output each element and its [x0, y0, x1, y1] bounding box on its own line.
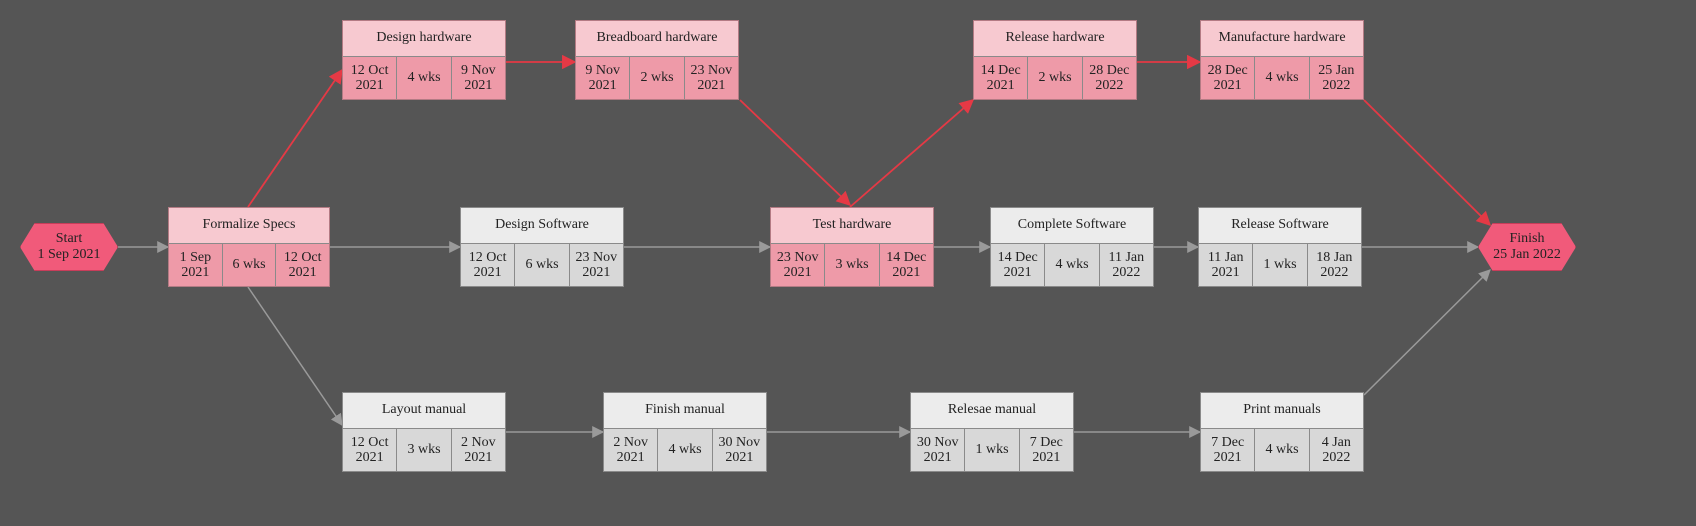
task-end: 25 Jan 2022 — [1309, 57, 1363, 99]
task-start: 9 Nov 2021 — [576, 57, 629, 99]
task-start: 2 Nov 2021 — [604, 429, 657, 471]
start-label: Start — [56, 231, 82, 247]
task-title: Test hardware — [771, 208, 933, 244]
task-layout-manual: Layout manual 12 Oct 2021 3 wks 2 Nov 20… — [342, 392, 506, 472]
task-start: 30 Nov 2021 — [911, 429, 964, 471]
task-start: 1 Sep 2021 — [169, 244, 222, 286]
task-breadboard-hardware: Breadboard hardware 9 Nov 2021 2 wks 23 … — [575, 20, 739, 100]
task-end: 12 Oct 2021 — [275, 244, 329, 286]
task-manufacture-hardware: Manufacture hardware 28 Dec 2021 4 wks 2… — [1200, 20, 1364, 100]
task-end: 7 Dec 2021 — [1019, 429, 1073, 471]
start-date: 1 Sep 2021 — [38, 247, 101, 263]
pert-chart: Start 1 Sep 2021 Finish 25 Jan 2022 Form… — [0, 0, 1696, 526]
task-design-software: Design Software 12 Oct 2021 6 wks 23 Nov… — [460, 207, 624, 287]
edge-breadboard-testhw — [740, 100, 850, 205]
task-end: 4 Jan 2022 — [1309, 429, 1363, 471]
task-release-manual: Relesae manual 30 Nov 2021 1 wks 7 Dec 2… — [910, 392, 1074, 472]
task-title: Release hardware — [974, 21, 1136, 57]
edge-manufhw-finish — [1364, 100, 1490, 225]
task-end: 18 Jan 2022 — [1307, 244, 1361, 286]
task-duration: 1 wks — [964, 429, 1018, 471]
finish-date: 25 Jan 2022 — [1493, 247, 1561, 263]
task-end: 11 Jan 2022 — [1099, 244, 1153, 286]
edge-printman-finish — [1364, 270, 1490, 395]
task-end: 23 Nov 2021 — [569, 244, 623, 286]
task-start: 28 Dec 2021 — [1201, 57, 1254, 99]
task-start: 11 Jan 2021 — [1199, 244, 1252, 286]
edge-testhw-releasehw — [850, 100, 973, 207]
task-end: 14 Dec 2021 — [879, 244, 933, 286]
task-duration: 3 wks — [396, 429, 450, 471]
task-start: 14 Dec 2021 — [974, 57, 1027, 99]
task-duration: 6 wks — [222, 244, 276, 286]
task-print-manuals: Print manuals 7 Dec 2021 4 wks 4 Jan 202… — [1200, 392, 1364, 472]
task-duration: 4 wks — [1254, 429, 1308, 471]
task-release-software: Release Software 11 Jan 2021 1 wks 18 Ja… — [1198, 207, 1362, 287]
start-node: Start 1 Sep 2021 — [20, 223, 118, 271]
task-complete-software: Complete Software 14 Dec 2021 4 wks 11 J… — [990, 207, 1154, 287]
task-duration: 4 wks — [1044, 244, 1098, 286]
task-title: Finish manual — [604, 393, 766, 429]
task-duration: 4 wks — [1254, 57, 1308, 99]
task-end: 9 Nov 2021 — [451, 57, 505, 99]
task-title: Release Software — [1199, 208, 1361, 244]
task-title: Relesae manual — [911, 393, 1073, 429]
task-start: 23 Nov 2021 — [771, 244, 824, 286]
task-design-hardware: Design hardware 12 Oct 2021 4 wks 9 Nov … — [342, 20, 506, 100]
task-title: Manufacture hardware — [1201, 21, 1363, 57]
task-title: Design hardware — [343, 21, 505, 57]
task-duration: 1 wks — [1252, 244, 1306, 286]
task-end: 2 Nov 2021 — [451, 429, 505, 471]
task-test-hardware: Test hardware 23 Nov 2021 3 wks 14 Dec 2… — [770, 207, 934, 287]
edge-formalize-designhw — [248, 70, 342, 207]
task-duration: 4 wks — [657, 429, 711, 471]
task-finish-manual: Finish manual 2 Nov 2021 4 wks 30 Nov 20… — [603, 392, 767, 472]
task-title: Print manuals — [1201, 393, 1363, 429]
task-start: 14 Dec 2021 — [991, 244, 1044, 286]
finish-label: Finish — [1509, 231, 1544, 247]
task-release-hardware: Release hardware 14 Dec 2021 2 wks 28 De… — [973, 20, 1137, 100]
task-duration: 2 wks — [1027, 57, 1081, 99]
task-formalize-specs: Formalize Specs 1 Sep 2021 6 wks 12 Oct … — [168, 207, 330, 287]
task-start: 12 Oct 2021 — [343, 57, 396, 99]
task-title: Layout manual — [343, 393, 505, 429]
edge-formalize-layout — [248, 287, 342, 425]
task-title: Complete Software — [991, 208, 1153, 244]
task-duration: 4 wks — [396, 57, 450, 99]
task-title: Breadboard hardware — [576, 21, 738, 57]
finish-node: Finish 25 Jan 2022 — [1478, 223, 1576, 271]
task-duration: 6 wks — [514, 244, 568, 286]
task-duration: 2 wks — [629, 57, 683, 99]
task-end: 28 Dec 2022 — [1082, 57, 1136, 99]
task-title: Formalize Specs — [169, 208, 329, 244]
task-end: 23 Nov 2021 — [684, 57, 738, 99]
task-duration: 3 wks — [824, 244, 878, 286]
task-start: 12 Oct 2021 — [343, 429, 396, 471]
task-start: 7 Dec 2021 — [1201, 429, 1254, 471]
task-end: 30 Nov 2021 — [712, 429, 766, 471]
task-start: 12 Oct 2021 — [461, 244, 514, 286]
task-title: Design Software — [461, 208, 623, 244]
